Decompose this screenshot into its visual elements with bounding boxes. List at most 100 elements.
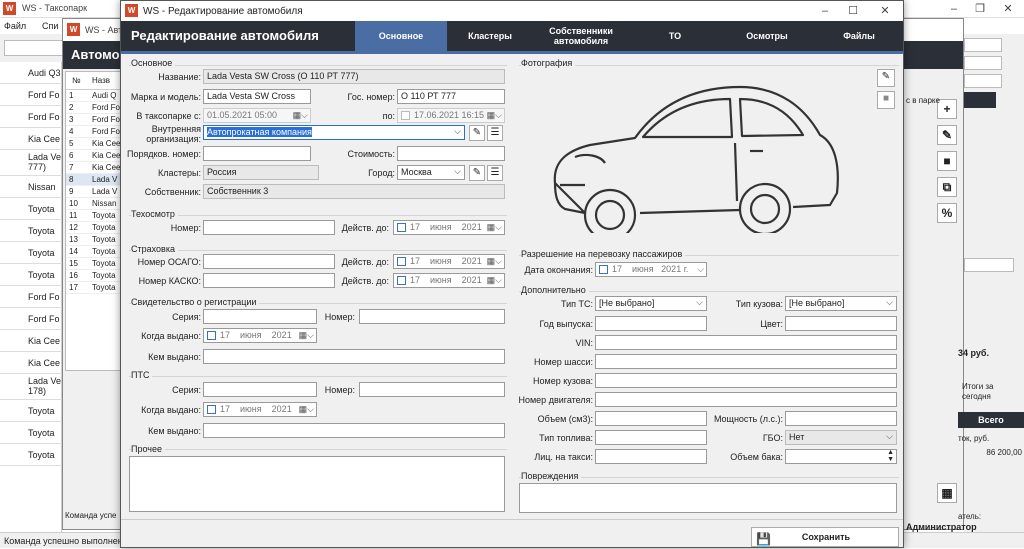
vehicle-list-item[interactable]: Toyota bbox=[0, 444, 62, 466]
vehicle-list-item[interactable]: Lada Ve 777) bbox=[0, 150, 62, 176]
osago-checkbox[interactable] bbox=[397, 257, 406, 266]
permit-checkbox[interactable] bbox=[599, 265, 608, 274]
table-row[interactable]: 17 Toyota bbox=[66, 282, 124, 294]
body-num-field[interactable] bbox=[595, 373, 897, 388]
chevron-down-icon[interactable]: ⌵ bbox=[697, 263, 704, 276]
org-select[interactable]: Автопрокатная компания bbox=[203, 125, 465, 140]
kasko-field[interactable] bbox=[203, 273, 335, 288]
calendar-icon[interactable]: ▦⌵ bbox=[299, 329, 314, 342]
tech-checkbox[interactable] bbox=[397, 223, 406, 232]
since-date[interactable]: 01.05.2021 05:00 ▦⌵ bbox=[203, 108, 311, 123]
table-row[interactable]: 13 Toyota bbox=[66, 234, 124, 246]
kasko-valid-date[interactable]: 17 июня 2021 ▦⌵ bbox=[393, 273, 505, 288]
right-select-2[interactable] bbox=[964, 56, 1002, 70]
reg-series-field[interactable] bbox=[203, 309, 317, 324]
city-select[interactable]: Москва bbox=[397, 165, 465, 180]
export-icon[interactable]: ▦ bbox=[937, 483, 957, 503]
color-field[interactable] bbox=[785, 316, 897, 331]
reg-num-field[interactable] bbox=[359, 309, 505, 324]
table-row[interactable]: 5 Kia Cee bbox=[66, 138, 124, 150]
copy-icon[interactable]: ⧉ bbox=[937, 177, 957, 197]
restore-icon[interactable]: ❐ bbox=[966, 0, 994, 18]
table-row[interactable]: 15 Toyota bbox=[66, 258, 124, 270]
dialog-maximize-icon[interactable]: ☐ bbox=[839, 2, 867, 20]
other-textarea[interactable] bbox=[129, 456, 505, 512]
right-dark-button[interactable] bbox=[964, 92, 996, 108]
engine-field[interactable] bbox=[595, 392, 897, 407]
vehicle-list-item[interactable]: Toyota bbox=[0, 242, 62, 264]
table-row[interactable]: 11 Toyota bbox=[66, 210, 124, 222]
vehicle-list-item[interactable]: Kia Cee bbox=[0, 352, 62, 374]
calendar-icon[interactable]: ▦⌵ bbox=[299, 403, 314, 416]
right-select-1[interactable] bbox=[964, 38, 1002, 52]
kasko-checkbox[interactable] bbox=[397, 276, 406, 285]
permit-end-date[interactable]: 17 июня 2021 г. ⌵ bbox=[595, 262, 707, 277]
tank-spinner[interactable]: ▲ ▼ bbox=[785, 449, 897, 464]
fuel-field[interactable] bbox=[595, 430, 707, 445]
vehicle-list-item[interactable]: Ford Fo bbox=[0, 286, 62, 308]
vehicle-list-item[interactable]: Audi Q3 bbox=[0, 62, 62, 84]
calendar-icon[interactable]: ▦⌵ bbox=[487, 221, 502, 234]
vehicle-list-item[interactable]: Ford Fo bbox=[0, 308, 62, 330]
year-field[interactable] bbox=[595, 316, 707, 331]
damage-textarea[interactable] bbox=[519, 483, 897, 513]
table-row[interactable]: 6 Kia Cee bbox=[66, 150, 124, 162]
calendar-icon[interactable]: ▦⌵ bbox=[487, 109, 502, 122]
city-list-icon[interactable]: ☰ bbox=[487, 165, 503, 181]
table-row[interactable]: 2 Ford Fo bbox=[66, 102, 124, 114]
right-filter-field[interactable] bbox=[964, 258, 1014, 272]
photo-delete-icon[interactable]: ■ bbox=[877, 91, 895, 109]
save-button[interactable]: 💾 Сохранить bbox=[751, 527, 899, 547]
until-date[interactable]: 17.06.2021 16:15 ▦⌵ bbox=[397, 108, 505, 123]
spinner-arrows-icon[interactable]: ▲ ▼ bbox=[887, 450, 894, 463]
menu-lists[interactable]: Спи bbox=[42, 21, 58, 31]
tech-num-field[interactable] bbox=[203, 220, 335, 235]
pts-by-field[interactable] bbox=[203, 423, 505, 438]
vehicle-list-item[interactable]: Kia Cee bbox=[0, 330, 62, 352]
cluster-field[interactable]: Россия bbox=[203, 165, 319, 180]
dialog-minimize-icon[interactable]: – bbox=[811, 2, 839, 20]
pts-series-field[interactable] bbox=[203, 382, 317, 397]
ord-field[interactable] bbox=[203, 146, 311, 161]
vehicle-list-item[interactable]: Toyota bbox=[0, 400, 62, 422]
table-row[interactable]: 3 Ford Fo bbox=[66, 114, 124, 126]
table-row[interactable]: 14 Toyota bbox=[66, 246, 124, 258]
right-select-3[interactable] bbox=[964, 74, 1002, 88]
vehicle-list-item[interactable]: Nissan bbox=[0, 176, 62, 198]
tab-files[interactable]: Файлы bbox=[813, 21, 905, 51]
calendar-icon[interactable]: ▦⌵ bbox=[293, 109, 308, 122]
calendar-icon[interactable]: ▦⌵ bbox=[487, 274, 502, 287]
calendar-icon[interactable]: ▦⌵ bbox=[487, 255, 502, 268]
vin-field[interactable] bbox=[595, 335, 897, 350]
table-row[interactable]: 9 Lada V bbox=[66, 186, 124, 198]
org-edit-icon[interactable]: ✎ bbox=[469, 125, 485, 141]
tab-maintenance[interactable]: ТО bbox=[629, 21, 721, 51]
table-row[interactable]: 10 Nissan bbox=[66, 198, 124, 210]
pts-checkbox[interactable] bbox=[207, 405, 216, 414]
menu-file[interactable]: Файл bbox=[4, 21, 26, 31]
vehicle-list-item[interactable]: Ford Fo bbox=[0, 84, 62, 106]
city-edit-icon[interactable]: ✎ bbox=[469, 165, 485, 181]
table-row[interactable]: 8 Lada V bbox=[66, 174, 124, 186]
osago-field[interactable] bbox=[203, 254, 335, 269]
edit-icon[interactable]: ✎ bbox=[937, 125, 957, 145]
gbo-select[interactable]: Нет bbox=[785, 430, 897, 445]
vehicle-list-item[interactable]: Toyota bbox=[0, 198, 62, 220]
org-list-icon[interactable]: ☰ bbox=[487, 125, 503, 141]
vehicle-list-item[interactable]: Lada Ve 178) bbox=[0, 374, 62, 400]
vehicle-list-item[interactable]: Toyota bbox=[0, 422, 62, 444]
vehicle-list-item[interactable]: Toyota bbox=[0, 264, 62, 286]
dialog-close-icon[interactable]: ✕ bbox=[871, 2, 899, 20]
table-row[interactable]: 12 Toyota bbox=[66, 222, 124, 234]
delete-icon[interactable]: ■ bbox=[937, 151, 957, 171]
reg-date[interactable]: 17 июня 2021 ▦⌵ bbox=[203, 328, 317, 343]
name-field[interactable]: Lada Vesta SW Cross (О 110 РТ 777) bbox=[203, 69, 505, 84]
pts-num-field[interactable] bbox=[359, 382, 505, 397]
pts-date[interactable]: 17 июня 2021 ▦⌵ bbox=[203, 402, 317, 417]
tab-clusters[interactable]: Кластеры bbox=[447, 21, 533, 51]
plate-field[interactable]: О 110 РТ 777 bbox=[397, 89, 505, 104]
vehicle-list-item[interactable]: Toyota bbox=[0, 220, 62, 242]
volume-field[interactable] bbox=[595, 411, 707, 426]
license-field[interactable] bbox=[595, 449, 707, 464]
photo-edit-icon[interactable]: ✎ bbox=[877, 69, 895, 87]
